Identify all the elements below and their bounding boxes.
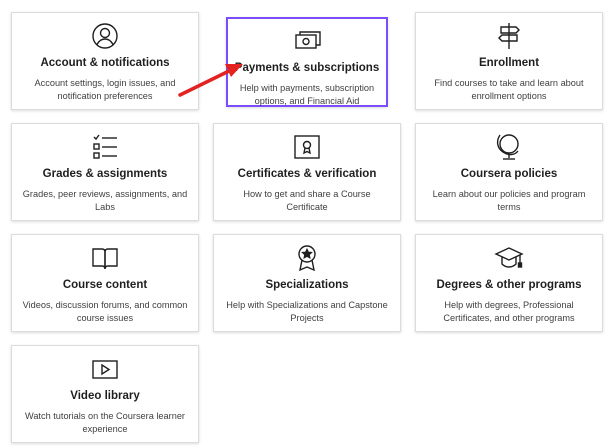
card-title: Course content xyxy=(62,279,148,291)
card-coursera-policies[interactable]: Coursera policies Learn about our polici… xyxy=(415,123,603,221)
card-certificates-verification[interactable]: Certificates & verification How to get a… xyxy=(213,123,401,221)
card-title: Video library xyxy=(70,390,140,402)
card-description: Help with Specializations and Capstone P… xyxy=(226,300,388,323)
card-description: Watch tutorials on the Coursera learner … xyxy=(24,411,185,434)
card-description: Help with payments, subscription options… xyxy=(239,83,375,106)
graduation-cap-icon xyxy=(494,243,524,273)
card-title: Enrollment xyxy=(478,57,540,69)
card-title: Certificates & verification xyxy=(237,168,377,180)
card-description: Learn about our policies and program ter… xyxy=(432,189,586,212)
card-title: Specializations xyxy=(265,279,349,291)
card-title: Degrees & other programs xyxy=(436,279,582,291)
card-description: How to get and share a Course Certificat… xyxy=(243,189,371,212)
card-course-content[interactable]: Course content Videos, discussion forums… xyxy=(11,234,199,332)
money-icon xyxy=(292,26,322,56)
card-title: Coursera policies xyxy=(460,168,558,180)
card-enrollment[interactable]: Enrollment Find courses to take and lear… xyxy=(415,12,603,110)
globe-icon xyxy=(494,132,524,162)
card-grades-assignments[interactable]: Grades & assignments Grades, peer review… xyxy=(11,123,199,221)
video-play-icon xyxy=(90,354,120,384)
account-circle-icon xyxy=(90,21,120,51)
signpost-icon xyxy=(494,21,524,51)
card-description: Videos, discussion forums, and common co… xyxy=(22,300,188,323)
card-description: Account settings, login issues, and noti… xyxy=(34,78,176,101)
card-description: Find courses to take and learn about enr… xyxy=(434,78,584,101)
card-description: Grades, peer reviews, assignments, and L… xyxy=(22,189,188,212)
card-degrees-other-programs[interactable]: Degrees & other programs Help with degre… xyxy=(415,234,603,332)
card-title: Account & notifications xyxy=(40,57,170,69)
award-star-icon xyxy=(292,243,322,273)
checklist-icon xyxy=(90,132,120,162)
card-account-notifications[interactable]: Account & notifications Account settings… xyxy=(11,12,199,110)
card-description: Help with degrees, Professional Certific… xyxy=(443,300,575,323)
card-title: Grades & assignments xyxy=(42,168,168,180)
card-title: Payments & subscriptions xyxy=(234,62,380,74)
certificate-icon xyxy=(292,132,322,162)
card-specializations[interactable]: Specializations Help with Specialization… xyxy=(213,234,401,332)
book-icon xyxy=(90,243,120,273)
card-video-library[interactable]: Video library Watch tutorials on the Cou… xyxy=(11,345,199,443)
card-payments-subscriptions[interactable]: Payments & subscriptions Help with payme… xyxy=(226,17,388,107)
